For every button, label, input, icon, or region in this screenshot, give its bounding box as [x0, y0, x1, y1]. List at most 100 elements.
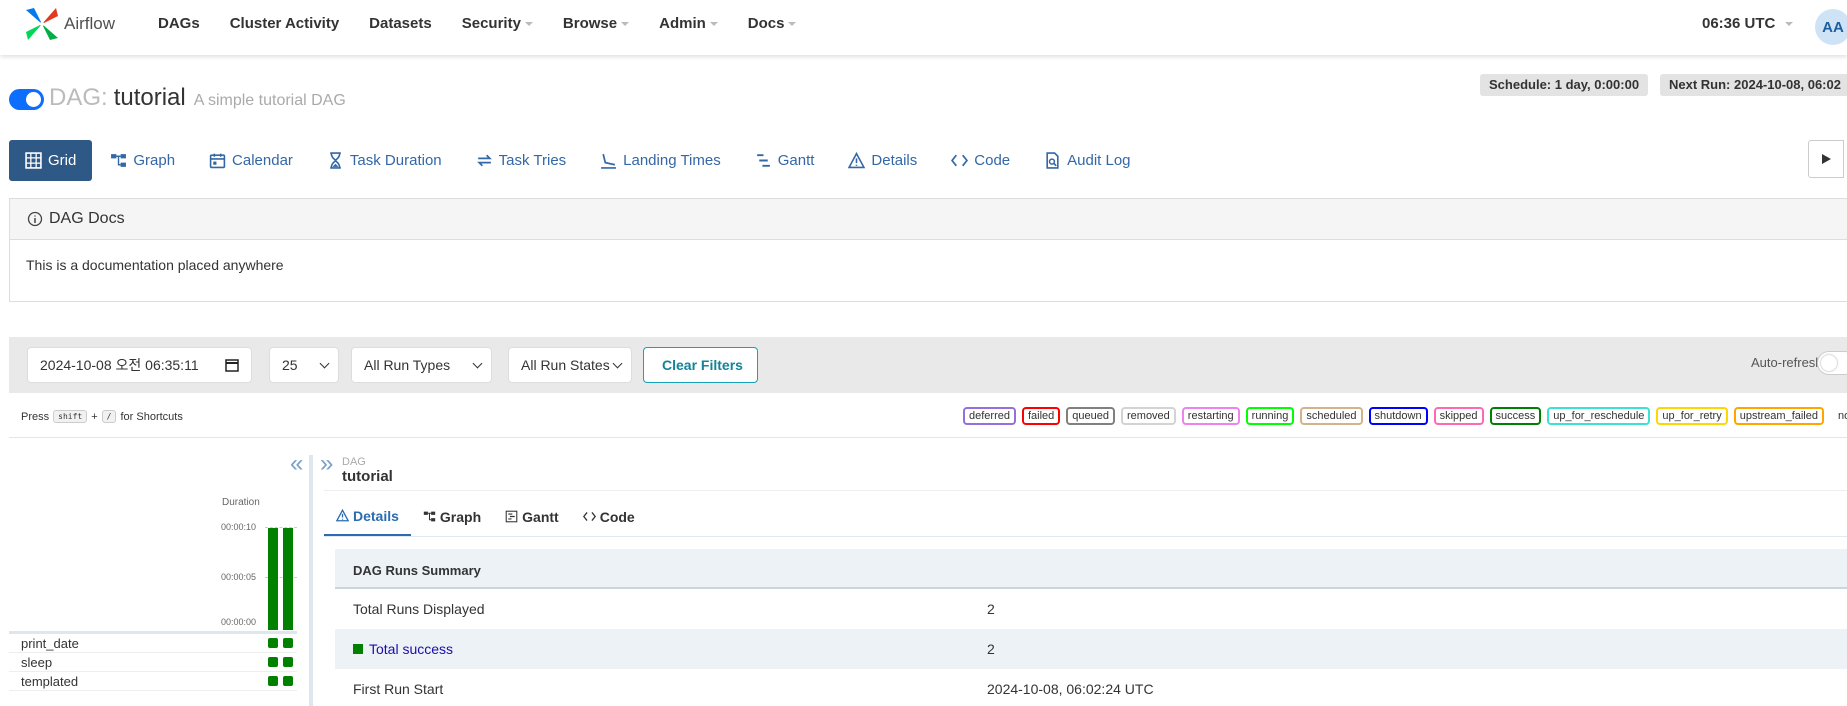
divider [324, 490, 1847, 491]
legend-shutdown[interactable]: shutdown [1368, 407, 1428, 425]
legend-skipped[interactable]: skipped [1433, 407, 1484, 425]
tab-audit-log[interactable]: Audit Log [1028, 140, 1146, 181]
tab-code-label: Code [974, 152, 1011, 169]
dag-run-bar[interactable] [283, 528, 293, 630]
caret-down-icon [621, 21, 630, 26]
run-state-select[interactable]: All Run States [508, 347, 632, 383]
clear-filters-button[interactable]: Clear Filters [643, 347, 758, 383]
nav-cluster-activity[interactable]: Cluster Activity [230, 15, 339, 32]
shift-key: shift [53, 410, 88, 423]
calendar-icon [209, 153, 226, 169]
num-runs-select[interactable]: 25 [269, 347, 339, 383]
legend-upstream-failed[interactable]: upstream_failed [1733, 407, 1824, 425]
dag-run-bar[interactable] [268, 528, 278, 630]
grid-icon [25, 152, 42, 169]
hourglass-icon [330, 152, 341, 169]
dag-docs-header[interactable]: DAG Docs ⌃ [10, 199, 1847, 240]
legend-deferred[interactable]: deferred [963, 407, 1016, 425]
gantt-icon [505, 510, 518, 523]
task-row[interactable]: templated [9, 672, 297, 691]
tab-audit-log-label: Audit Log [1067, 152, 1131, 169]
legend-running[interactable]: running [1245, 407, 1295, 425]
nav-browse[interactable]: Browse [563, 15, 630, 32]
breadcrumb-dag[interactable]: tutorial [342, 468, 393, 485]
dag-pause-toggle[interactable] [9, 89, 44, 110]
nav-dags[interactable]: DAGs [158, 15, 200, 32]
nav-datasets[interactable]: Datasets [369, 15, 432, 32]
nav-docs-label: Docs [747, 15, 785, 32]
tab-code[interactable]: Code [935, 140, 1026, 181]
brand-name: Airflow [64, 14, 116, 33]
legend-failed[interactable]: failed [1021, 407, 1061, 425]
legend-no-status[interactable]: no_status [1830, 407, 1847, 425]
nav-admin[interactable]: Admin [659, 15, 718, 32]
tab-task-duration[interactable]: Task Duration [311, 140, 458, 181]
details-tab-code[interactable]: Code [571, 497, 647, 536]
summary-header: DAG Runs Summary [335, 549, 1847, 589]
total-success-link[interactable]: Total success [369, 641, 453, 657]
task-row[interactable]: sleep [9, 653, 297, 672]
dag-description: A simple tutorial DAG [193, 92, 346, 109]
summary-value: 2024-10-08, 06:02:24 UTC [987, 681, 1154, 697]
retry-icon [476, 154, 492, 167]
legend-scheduled[interactable]: scheduled [1300, 407, 1363, 425]
legend-success[interactable]: success [1489, 407, 1542, 425]
gantt-icon [756, 154, 770, 167]
details-tab-graph[interactable]: Graph [411, 497, 493, 536]
nav-admin-label: Admin [659, 15, 706, 32]
graph-icon [423, 511, 436, 522]
caret-down-icon [524, 21, 533, 26]
tab-task-tries[interactable]: Task Tries [460, 140, 583, 181]
nav-cluster-activity-label: Cluster Activity [229, 15, 340, 32]
panel-resize-handle[interactable] [309, 455, 313, 706]
nav-menu: DAGs Cluster Activity Datasets Security … [158, 15, 826, 32]
tab-calendar[interactable]: Calendar [193, 140, 309, 181]
legend-removed[interactable]: removed [1121, 407, 1176, 425]
tab-grid[interactable]: Grid [9, 140, 93, 181]
table-row: First Run Start 2024-10-08, 06:02:24 UTC [335, 669, 1847, 706]
airflow-brand[interactable]: Airflow [22, 4, 115, 44]
tab-task-tries-label: Task Tries [498, 152, 567, 169]
tab-gantt-label: Gantt [777, 152, 815, 169]
task-instance-status[interactable] [268, 657, 278, 667]
tab-task-duration-label: Task Duration [349, 152, 442, 169]
task-instance-status[interactable] [268, 676, 278, 686]
legend-up-for-reschedule[interactable]: up_for_reschedule [1547, 407, 1651, 425]
auto-refresh-toggle[interactable] [1817, 351, 1847, 375]
task-instance-status[interactable] [283, 676, 293, 686]
task-instance-status[interactable] [268, 638, 278, 648]
task-row[interactable]: print_date [9, 634, 297, 653]
tab-graph[interactable]: Graph [94, 140, 191, 181]
calendar-icon[interactable] [225, 358, 239, 372]
caret-down-icon [788, 21, 797, 26]
base-date-input[interactable]: 2024-10-08 오전 06:35:11 [27, 347, 252, 383]
timezone-clock[interactable]: 06:36 UTC [1702, 15, 1794, 32]
user-avatar[interactable]: AA [1815, 9, 1847, 45]
landing-icon [601, 153, 617, 169]
nav-docs[interactable]: Docs [748, 15, 797, 32]
tab-details[interactable]: Details [832, 140, 933, 181]
task-name: templated [21, 674, 79, 689]
warning-icon [848, 152, 866, 169]
task-name: sleep [21, 655, 53, 670]
dag-id[interactable]: tutorial [114, 84, 186, 112]
trigger-dag-button[interactable] [1808, 140, 1844, 178]
tab-graph-label: Graph [133, 152, 176, 169]
schedule-badge: Schedule: 1 day, 0:00:00 [1480, 74, 1649, 96]
task-instance-status[interactable] [283, 638, 293, 648]
run-type-select[interactable]: All Run Types [351, 347, 492, 383]
collapse-grid-icon[interactable]: « [290, 450, 303, 478]
tab-gantt[interactable]: Gantt [739, 140, 831, 181]
top-navbar: Airflow DAGs Cluster Activity Datasets S… [0, 0, 1847, 55]
dag-view-tabs: Grid Graph Calendar Task Duration Task T… [9, 140, 1149, 181]
tab-landing-times[interactable]: Landing Times [584, 140, 737, 181]
details-tab-gantt[interactable]: Gantt [493, 497, 571, 536]
shortcuts-hint: Press shift + / for Shortcuts [21, 410, 183, 423]
legend-restarting[interactable]: restarting [1181, 407, 1240, 425]
details-tab-details[interactable]: Details [324, 497, 411, 536]
expand-details-icon[interactable]: » [320, 450, 333, 478]
legend-up-for-retry[interactable]: up_for_retry [1656, 407, 1728, 425]
nav-security[interactable]: Security [462, 15, 533, 32]
task-instance-status[interactable] [283, 657, 293, 667]
legend-queued[interactable]: queued [1066, 407, 1115, 425]
